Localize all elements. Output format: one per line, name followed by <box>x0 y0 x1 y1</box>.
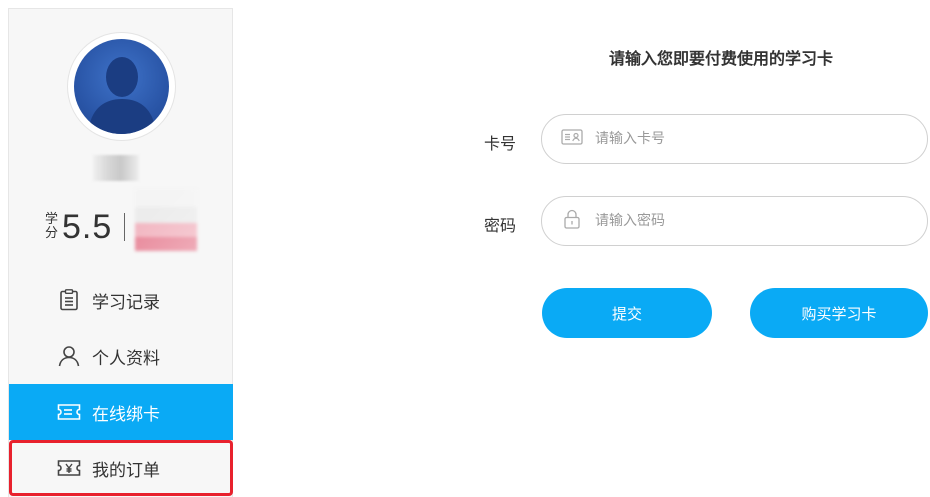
card-number-input[interactable] <box>593 130 897 148</box>
redacted-block <box>135 189 197 251</box>
sidebar: 学 分 5.5 学习记录 个人资料 在线绑卡 我的订单 <box>8 8 233 497</box>
username-redacted <box>93 155 139 181</box>
credits-label-top: 学 <box>45 212 59 227</box>
avatar[interactable] <box>68 33 175 140</box>
password-label: 密码 <box>484 216 517 235</box>
yen-ticket-icon <box>57 456 81 480</box>
card-ticket-icon <box>57 400 81 424</box>
password-input[interactable] <box>593 212 897 230</box>
credits-label: 学 分 <box>45 213 58 241</box>
sidebar-item-bind-card[interactable]: 在线绑卡 <box>9 384 233 440</box>
buy-card-button[interactable]: 购买学习卡 <box>750 288 928 338</box>
sidebar-item-label: 学习记录 <box>92 292 160 313</box>
credits-display: 学 分 5.5 <box>45 205 126 249</box>
sidebar-item-profile[interactable]: 个人资料 <box>9 328 233 384</box>
page-title: 请输入您即要付费使用的学习卡 <box>609 49 834 68</box>
card-number-field[interactable] <box>541 114 928 164</box>
id-card-icon <box>561 129 583 149</box>
submit-button[interactable]: 提交 <box>542 288 712 338</box>
avatar-silhouette-icon <box>74 39 169 134</box>
credits-divider <box>124 213 126 241</box>
sidebar-item-label: 在线绑卡 <box>92 404 160 425</box>
sidebar-item-label: 个人资料 <box>92 348 160 369</box>
sidebar-item-label: 我的订单 <box>92 460 160 481</box>
clipboard-icon <box>57 288 81 312</box>
lock-icon <box>561 209 583 233</box>
password-field[interactable] <box>541 196 928 246</box>
credits-value: 5.5 <box>62 207 113 246</box>
card-number-label: 卡号 <box>484 134 517 153</box>
sidebar-item-my-orders[interactable]: 我的订单 <box>9 440 233 496</box>
user-icon <box>57 344 81 368</box>
sidebar-item-study-records[interactable]: 学习记录 <box>9 272 233 328</box>
credits-label-bottom: 分 <box>45 226 59 241</box>
